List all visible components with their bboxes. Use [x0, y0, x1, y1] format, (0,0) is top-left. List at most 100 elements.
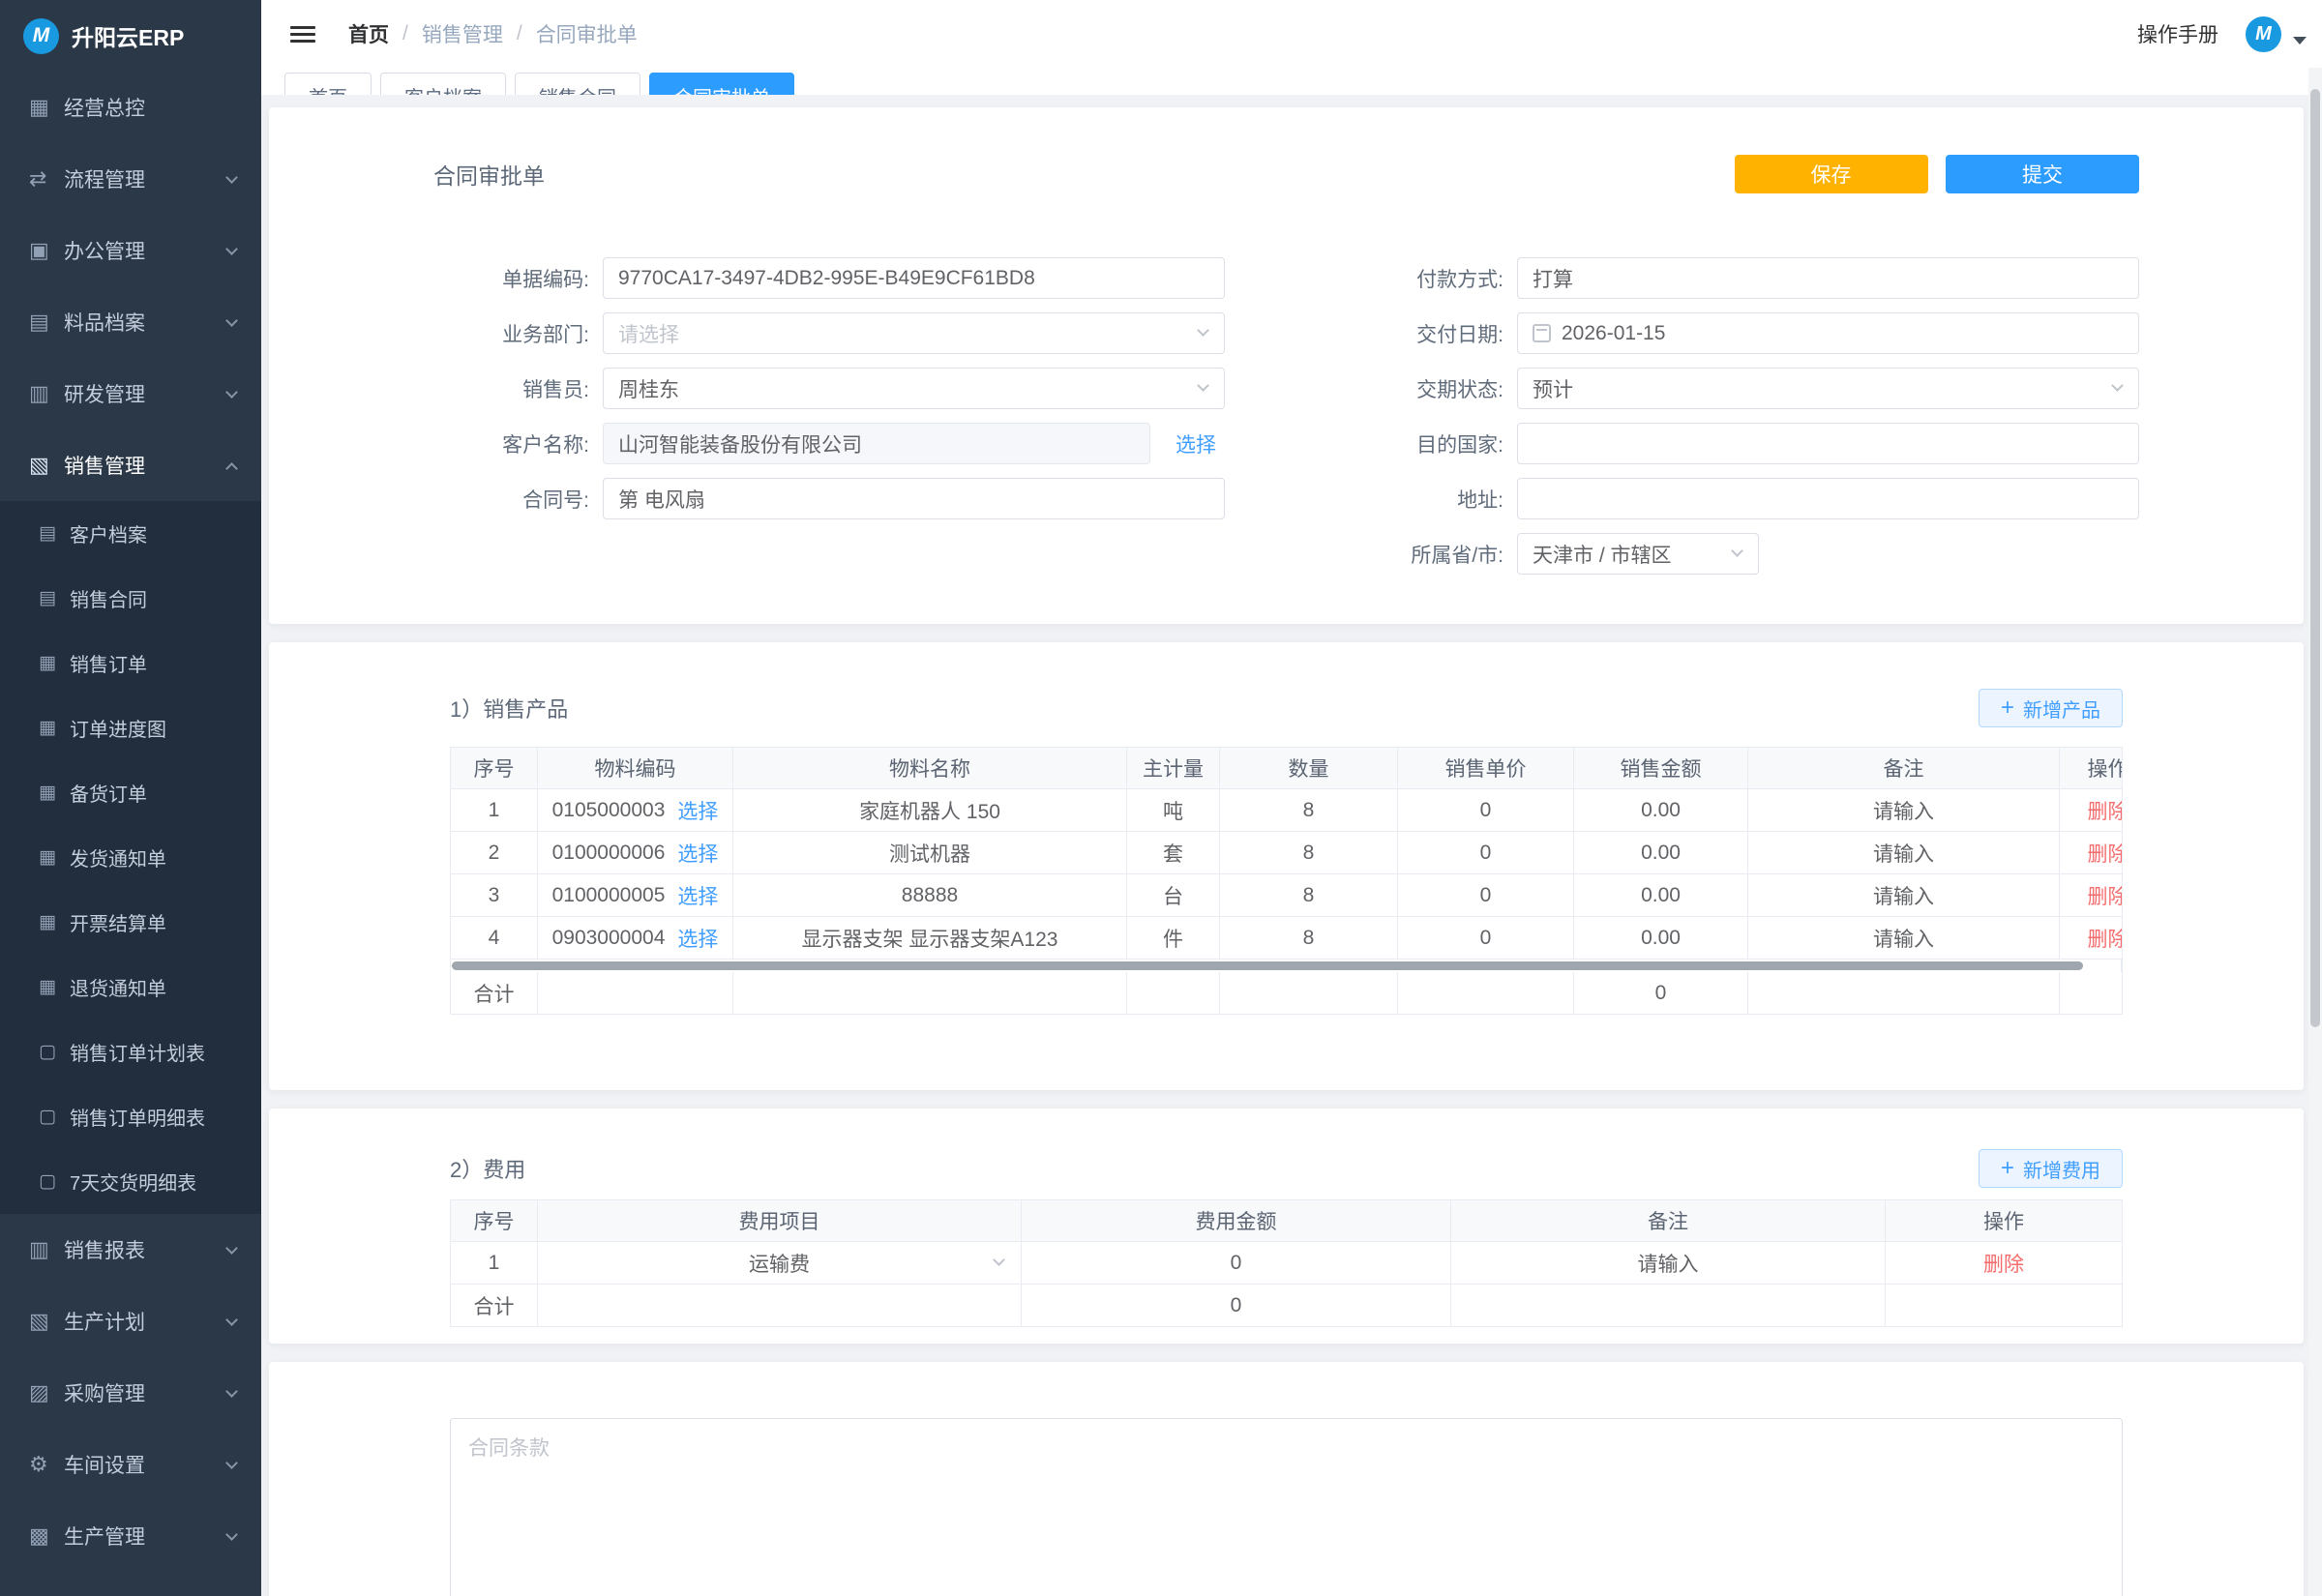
contract-no-input[interactable]: [603, 478, 1225, 519]
sidebar-item[interactable]: ▦ 销售订单: [0, 631, 261, 695]
collapse-menu-icon[interactable]: [290, 22, 315, 46]
cell-price: 0: [1398, 832, 1574, 874]
breadcrumb-home[interactable]: 首页: [348, 19, 389, 48]
sidebar-item[interactable]: ▨ 采购管理: [0, 1357, 261, 1429]
tab[interactable]: 首页: [284, 73, 372, 95]
horizontal-scrollbar-thumb[interactable]: [452, 961, 2083, 970]
fee-type-select[interactable]: 运输费: [538, 1242, 1022, 1285]
contract-no-label: 合同号:: [433, 485, 603, 514]
sidebar-item[interactable]: ▥ 研发管理: [0, 358, 261, 429]
chevron-down-icon: [1731, 545, 1743, 557]
chevron-down-icon: [225, 386, 238, 399]
grid-icon: ▦: [39, 846, 70, 869]
product-row: 4 0903000004 选择 显示器支架 显示器支架A123 件 8 0 0.…: [450, 917, 2123, 960]
sidebar-item[interactable]: ▢ 销售订单明细表: [0, 1084, 261, 1149]
cell-name: 测试机器: [733, 832, 1127, 874]
chevron-down-icon: [2111, 379, 2124, 392]
cell-price: 0: [1398, 874, 1574, 917]
delivery-date-input[interactable]: 2026-01-15: [1517, 312, 2139, 354]
sales-icon: ▧: [29, 453, 64, 478]
sidebar-item[interactable]: ▩ 生产管理: [0, 1500, 261, 1572]
sidebar-item[interactable]: ▥ 销售报表: [0, 1214, 261, 1286]
delivery-status-select[interactable]: 预计: [1517, 368, 2139, 409]
dept-select[interactable]: 请选择: [603, 312, 1225, 354]
select-customer-link[interactable]: 选择: [1176, 429, 1216, 458]
sidebar-item[interactable]: ▢ 7天交货明细表: [0, 1149, 261, 1214]
sidebar-item[interactable]: ▦ 退货通知单: [0, 955, 261, 1020]
calendar-icon: [1533, 324, 1551, 342]
add-fee-button[interactable]: 新增费用: [1979, 1149, 2123, 1188]
table-icon: ▢: [39, 1106, 70, 1128]
breadcrumb-sales[interactable]: 销售管理: [422, 19, 503, 48]
chart-icon: ▦: [29, 95, 64, 120]
delete-row-link[interactable]: 删除: [2088, 843, 2124, 866]
sidebar-item[interactable]: ▤: [0, 1572, 261, 1596]
doc-icon: ▤: [39, 522, 70, 545]
sidebar-item[interactable]: ▦ 备货订单: [0, 760, 261, 825]
cell-amount: 0.00: [1574, 917, 1748, 960]
sidebar-item[interactable]: ⚙ 车间设置: [0, 1429, 261, 1500]
tab[interactable]: 销售合同: [515, 73, 640, 95]
payment-input[interactable]: [1517, 257, 2139, 299]
sidebar-item[interactable]: ▤ 销售合同: [0, 566, 261, 631]
salesman-select[interactable]: 周桂东: [603, 368, 1225, 409]
chevron-up-icon: [225, 462, 238, 475]
tab[interactable]: 合同审批单: [649, 73, 794, 95]
cell-code: 0100000006 选择: [538, 832, 733, 874]
chevron-down-icon: [225, 243, 238, 255]
products-header-row: 序号 物料编码 物料名称 主计量 数量 销售单价 销售金额 备注 操作: [450, 747, 2123, 789]
doc-no-input[interactable]: [603, 257, 1225, 299]
sidebar-menu: ▦ 经营总控 ⇄ 流程管理 ▣ 办公管理 ▤ 料品档案 ▥ 研发管理 ▧ 销售管…: [0, 72, 261, 1596]
cell-remark-input[interactable]: 请输入: [1748, 832, 2060, 874]
chevron-down-icon: [225, 1528, 238, 1541]
vertical-scrollbar: [2308, 68, 2322, 1596]
sidebar-item[interactable]: ▧ 销售管理: [0, 429, 261, 501]
cell-qty: 8: [1220, 789, 1398, 832]
add-product-button[interactable]: 新增产品: [1979, 689, 2123, 727]
terms-card: [269, 1362, 2304, 1596]
delete-row-link[interactable]: 删除: [2088, 886, 2124, 908]
sidebar-item[interactable]: ⇄ 流程管理: [0, 143, 261, 215]
table-icon: ▢: [39, 1170, 70, 1193]
fees-table: 序号 费用项目 费用金额 备注 操作 1 运输费 0: [450, 1199, 2123, 1327]
cell-ops: 删除: [1886, 1242, 2123, 1285]
sidebar-item[interactable]: ▣ 办公管理: [0, 215, 261, 286]
address-input[interactable]: [1517, 478, 2139, 519]
sidebar-item[interactable]: ▤ 客户档案: [0, 501, 261, 566]
save-button[interactable]: 保存: [1735, 155, 1928, 193]
sidebar-item[interactable]: ▦ 开票结算单: [0, 890, 261, 955]
sidebar-item[interactable]: ▦ 订单进度图: [0, 695, 261, 760]
logo-icon: M: [23, 18, 59, 54]
products-section-title: 1）销售产品: [450, 693, 568, 724]
chevron-down-icon: [993, 1254, 1005, 1266]
delete-row-link[interactable]: 删除: [1983, 1254, 2024, 1276]
select-material-link[interactable]: 选择: [677, 796, 718, 825]
cell-seq: 2: [450, 832, 538, 874]
cell-remark-input[interactable]: 请输入: [1451, 1242, 1886, 1285]
cell-remark-input[interactable]: 请输入: [1748, 917, 2060, 960]
sidebar-item[interactable]: ▤ 料品档案: [0, 286, 261, 358]
vertical-scrollbar-thumb[interactable]: [2310, 89, 2320, 1027]
sidebar-item[interactable]: ▧ 生产计划: [0, 1286, 261, 1357]
sidebar-item[interactable]: ▢ 销售订单计划表: [0, 1020, 261, 1084]
dest-country-input[interactable]: [1517, 423, 2139, 464]
cell-code: 0903000004 选择: [538, 917, 733, 960]
cell-remark-input[interactable]: 请输入: [1748, 874, 2060, 917]
contract-terms-textarea[interactable]: [450, 1418, 2123, 1596]
manual-link[interactable]: 操作手册: [2137, 19, 2218, 48]
cell-ops: 删除: [2060, 789, 2123, 832]
avatar[interactable]: M: [2246, 16, 2281, 52]
page-title: 合同审批单: [433, 158, 545, 191]
province-select[interactable]: 天津市 / 市辖区: [1517, 533, 1759, 575]
select-material-link[interactable]: 选择: [677, 924, 718, 953]
cell-remark-input[interactable]: 请输入: [1748, 789, 2060, 832]
chevron-down-icon[interactable]: [2293, 37, 2307, 44]
tab[interactable]: 客户档案: [380, 73, 506, 95]
sidebar-item[interactable]: ▦ 经营总控: [0, 72, 261, 143]
delete-row-link[interactable]: 删除: [2088, 929, 2124, 951]
select-material-link[interactable]: 选择: [677, 881, 718, 910]
sidebar-item[interactable]: ▦ 发货通知单: [0, 825, 261, 890]
delete-row-link[interactable]: 删除: [2088, 801, 2124, 823]
submit-button[interactable]: 提交: [1946, 155, 2139, 193]
select-material-link[interactable]: 选择: [677, 839, 718, 868]
